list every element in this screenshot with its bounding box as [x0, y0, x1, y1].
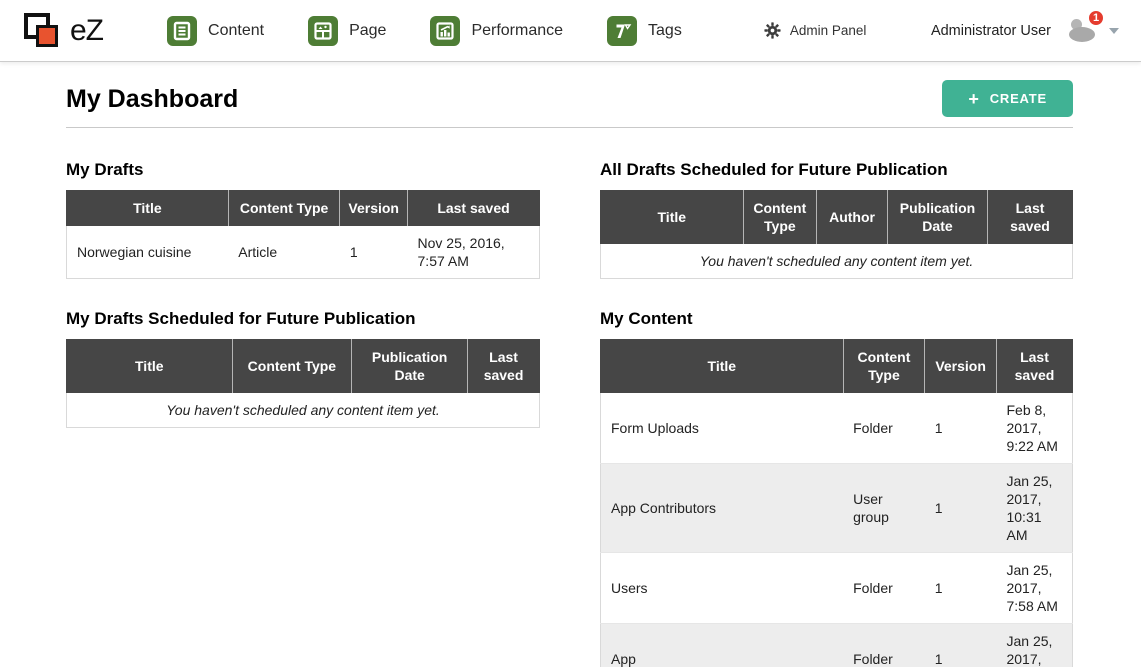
tags-icon: [607, 16, 637, 46]
empty-state-message: You haven't scheduled any content item y…: [67, 393, 540, 428]
page-icon: [308, 16, 338, 46]
table-row[interactable]: Users Folder 1 Jan 25, 2017, 7:58 AM: [601, 553, 1073, 624]
column-header: Version: [925, 340, 997, 393]
table-row[interactable]: Form Uploads Folder 1 Feb 8, 2017, 9:22 …: [601, 393, 1073, 464]
column-header: Title: [601, 191, 744, 244]
column-header: Publication Date: [352, 340, 468, 393]
cell-content-type: Folder: [843, 393, 925, 464]
my-drafts-table: Title Content Type Version Last saved No…: [66, 190, 540, 279]
cell-title: App Contributors: [601, 464, 844, 553]
empty-state-message: You haven't scheduled any content item y…: [601, 244, 1073, 279]
all-drafts-scheduled-table: Title Content Type Author Publication Da…: [600, 190, 1073, 279]
cell-last-saved: Jan 25, 2017, 10:31 AM: [996, 464, 1072, 553]
main-nav: Content Page: [167, 16, 726, 46]
gear-icon: [764, 22, 781, 39]
table-row[interactable]: Norwegian cuisine Article 1 Nov 25, 2016…: [67, 226, 540, 279]
section-title-all-drafts-scheduled: All Drafts Scheduled for Future Publicat…: [600, 160, 1073, 180]
column-header: Version: [340, 191, 408, 226]
cell-content-type: Folder: [843, 553, 925, 624]
column-header: Last saved: [988, 191, 1073, 244]
admin-panel-label: Admin Panel: [790, 23, 867, 38]
nav-label-page: Page: [349, 22, 386, 40]
cell-title: App: [601, 624, 844, 667]
table-row[interactable]: App Contributors User group 1 Jan 25, 20…: [601, 464, 1073, 553]
column-header: Content Type: [232, 340, 352, 393]
cell-title: Norwegian cuisine: [67, 226, 229, 279]
user-name: Administrator User: [931, 23, 1051, 39]
table-header-row: Title Content Type Version Last saved: [601, 340, 1073, 393]
nav-item-performance[interactable]: Performance: [430, 16, 563, 46]
section-title-my-content: My Content: [600, 309, 1073, 329]
cell-content-type: Article: [228, 226, 340, 279]
dashboard-main: My Dashboard + CREATE My Drafts Title Co…: [0, 80, 1141, 667]
cell-last-saved: Feb 8, 2017, 9:22 AM: [996, 393, 1072, 464]
nav-label-content: Content: [208, 22, 264, 40]
section-title-my-drafts-scheduled: My Drafts Scheduled for Future Publicati…: [66, 309, 540, 329]
table-header-row: Title Content Type Publication Date Last…: [67, 340, 540, 393]
my-drafts-scheduled-table: Title Content Type Publication Date Last…: [66, 339, 540, 428]
cell-version: 1: [925, 553, 997, 624]
nav-item-tags[interactable]: Tags: [607, 16, 682, 46]
nav-item-page[interactable]: Page: [308, 16, 386, 46]
table-row[interactable]: App Folder 1 Jan 25, 2017, 7:55 AM: [601, 624, 1073, 667]
cell-version: 1: [925, 624, 997, 667]
cell-version: 1: [340, 226, 408, 279]
column-header: Title: [67, 340, 233, 393]
content-icon: [167, 16, 197, 46]
cell-last-saved: Jan 25, 2017, 7:55 AM: [996, 624, 1072, 667]
table-header-row: Title Content Type Version Last saved: [67, 191, 540, 226]
column-header: Content Type: [228, 191, 340, 226]
page-header: My Dashboard + CREATE: [66, 80, 1073, 128]
my-content-table: Title Content Type Version Last saved Fo…: [600, 339, 1073, 667]
create-button-label: CREATE: [990, 91, 1047, 106]
column-header: Last saved: [408, 191, 540, 226]
table-header-row: Title Content Type Author Publication Da…: [601, 191, 1073, 244]
cell-content-type: Folder: [843, 624, 925, 667]
column-header: Content Type: [743, 191, 817, 244]
dashboard-grid: My Drafts Title Content Type Version Las…: [66, 160, 1073, 667]
cell-last-saved: Jan 25, 2017, 7:58 AM: [996, 553, 1072, 624]
empty-state-row: You haven't scheduled any content item y…: [601, 244, 1073, 279]
section-my-content: My Content Title Content Type Version La…: [600, 309, 1073, 667]
section-my-drafts: My Drafts Title Content Type Version Las…: [66, 160, 540, 279]
column-header: Last saved: [996, 340, 1072, 393]
admin-panel-button[interactable]: Admin Panel: [764, 22, 867, 39]
page-title: My Dashboard: [66, 85, 238, 114]
column-header: Content Type: [843, 340, 925, 393]
cell-content-type: User group: [843, 464, 925, 553]
section-my-drafts-scheduled: My Drafts Scheduled for Future Publicati…: [66, 309, 540, 667]
chevron-down-icon: [1109, 28, 1119, 34]
plus-icon: +: [968, 90, 979, 108]
create-button[interactable]: + CREATE: [942, 80, 1073, 117]
user-avatar: 1: [1067, 16, 1101, 46]
performance-icon: [430, 16, 460, 46]
top-navigation-bar: eZ Content: [0, 0, 1141, 62]
ez-logo-icon: [24, 11, 64, 51]
column-header: Last saved: [468, 340, 540, 393]
cell-title: Users: [601, 553, 844, 624]
empty-state-row: You haven't scheduled any content item y…: [67, 393, 540, 428]
user-menu[interactable]: Administrator User 1: [931, 16, 1119, 46]
column-header: Author: [817, 191, 888, 244]
ez-logo[interactable]: eZ: [24, 11, 103, 51]
cell-version: 1: [925, 393, 997, 464]
cell-version: 1: [925, 464, 997, 553]
nav-label-tags: Tags: [648, 22, 682, 40]
cell-last-saved: Nov 25, 2016, 7:57 AM: [408, 226, 540, 279]
nav-label-performance: Performance: [471, 22, 563, 40]
nav-item-content[interactable]: Content: [167, 16, 264, 46]
column-header: Title: [601, 340, 844, 393]
column-header: Title: [67, 191, 229, 226]
column-header: Publication Date: [887, 191, 987, 244]
cell-title: Form Uploads: [601, 393, 844, 464]
section-title-my-drafts: My Drafts: [66, 160, 540, 180]
section-all-drafts-scheduled: All Drafts Scheduled for Future Publicat…: [600, 160, 1073, 279]
ez-logo-text: eZ: [70, 14, 103, 48]
notification-badge[interactable]: 1: [1087, 9, 1105, 27]
